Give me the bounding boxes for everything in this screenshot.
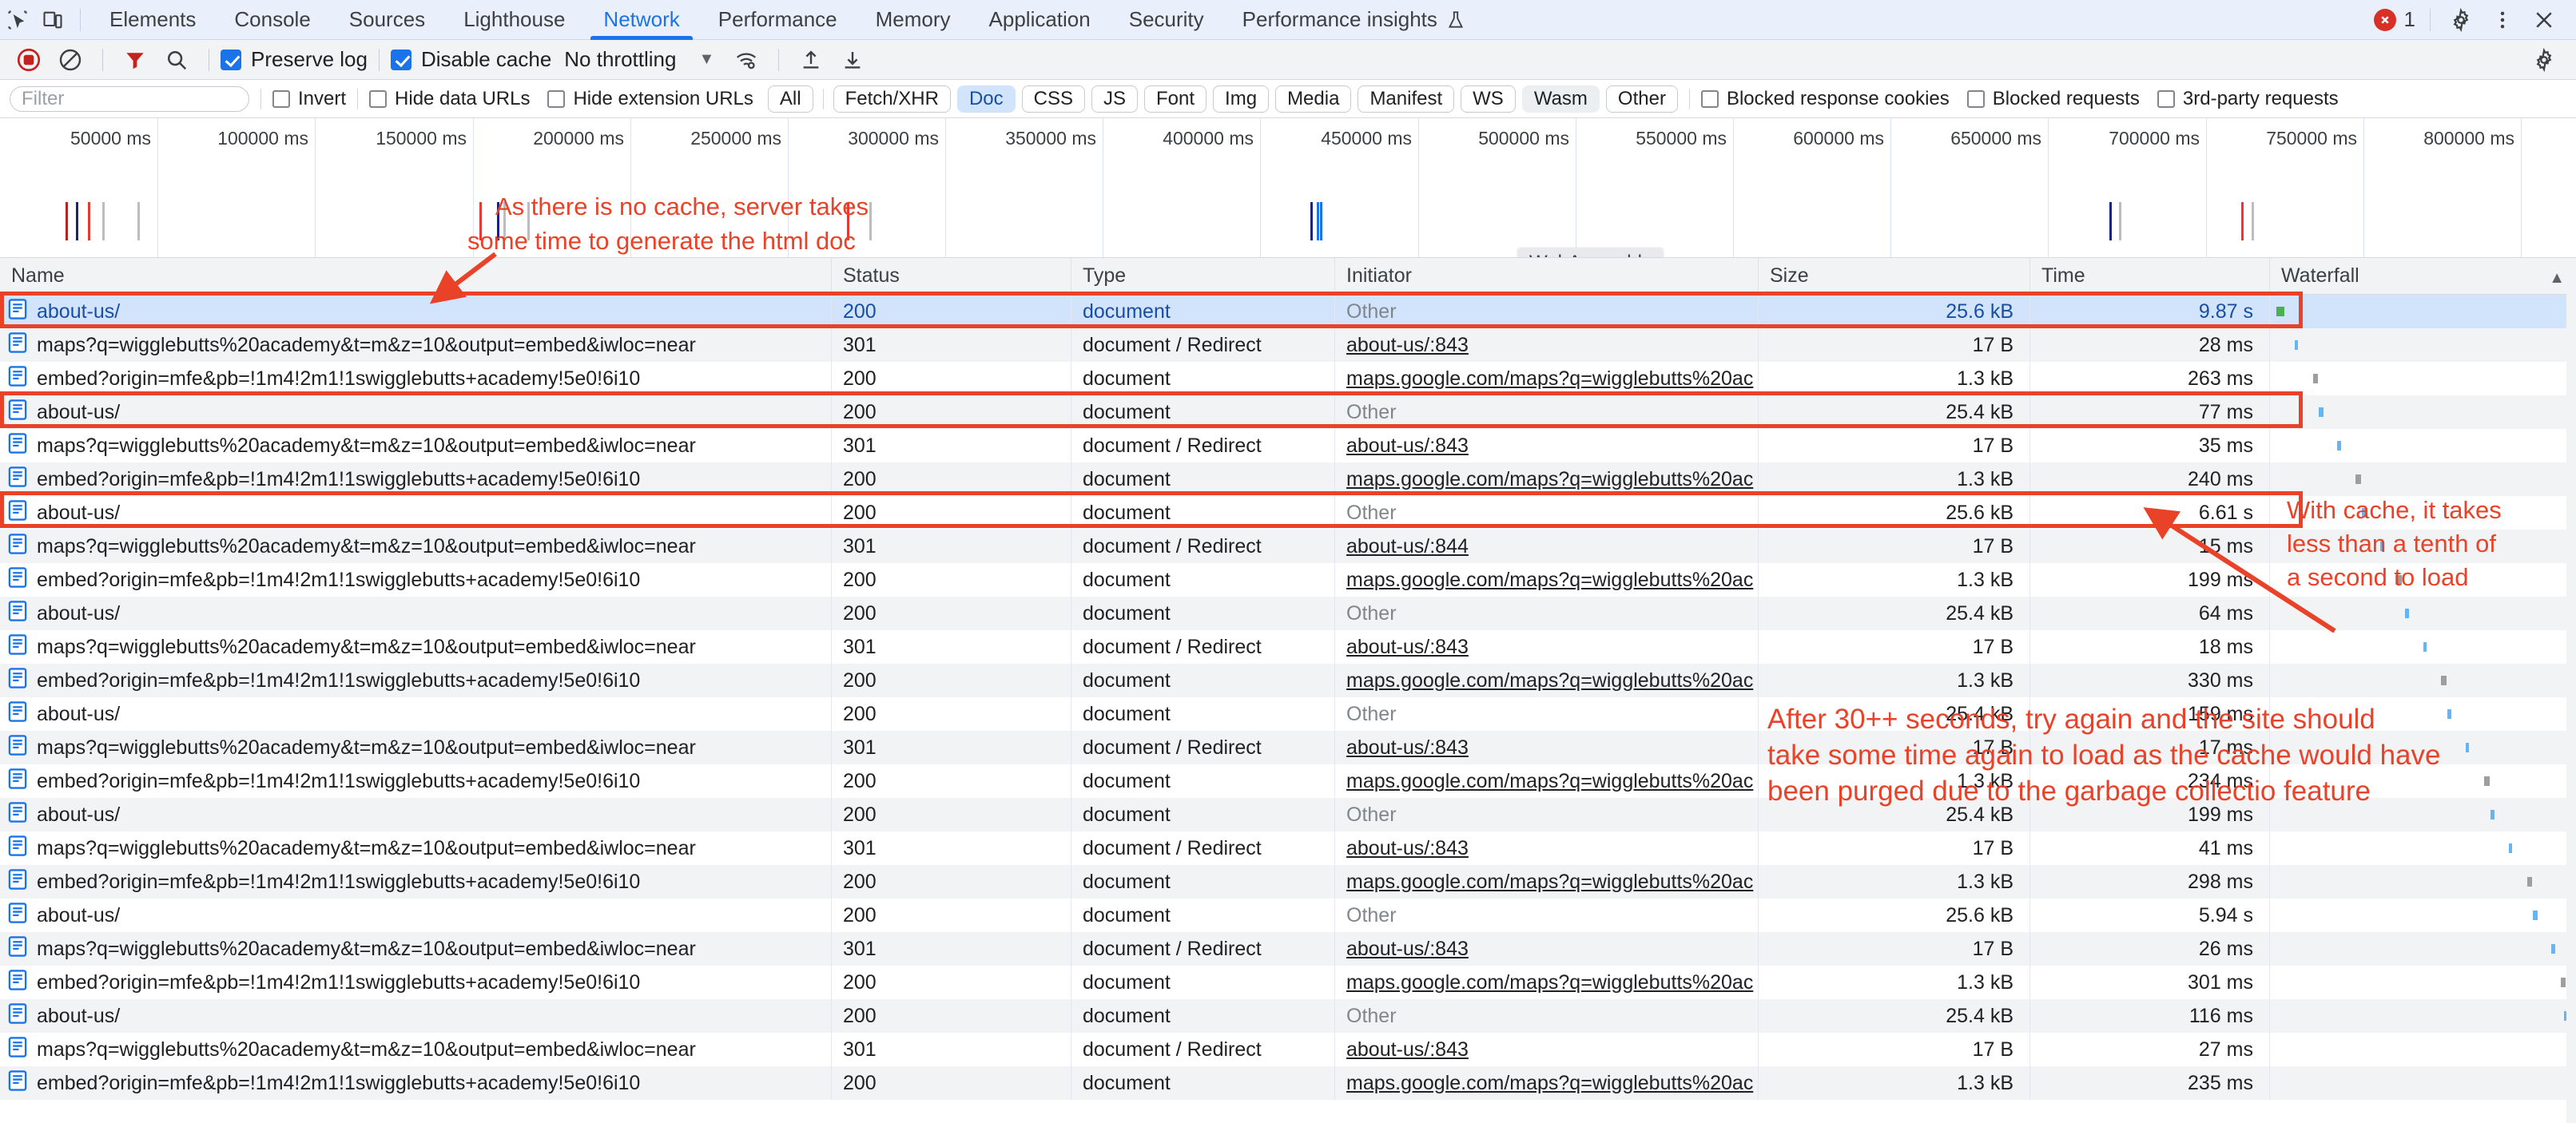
annotation-arrows bbox=[429, 252, 2336, 633]
arrow-no-cache bbox=[429, 252, 497, 304]
devtools-window: Elements Console Sources Lighthouse Netw… bbox=[0, 0, 2576, 1123]
arrow-with-cache bbox=[2143, 507, 2336, 633]
vertical-scrollbar[interactable] bbox=[2566, 264, 2576, 1123]
